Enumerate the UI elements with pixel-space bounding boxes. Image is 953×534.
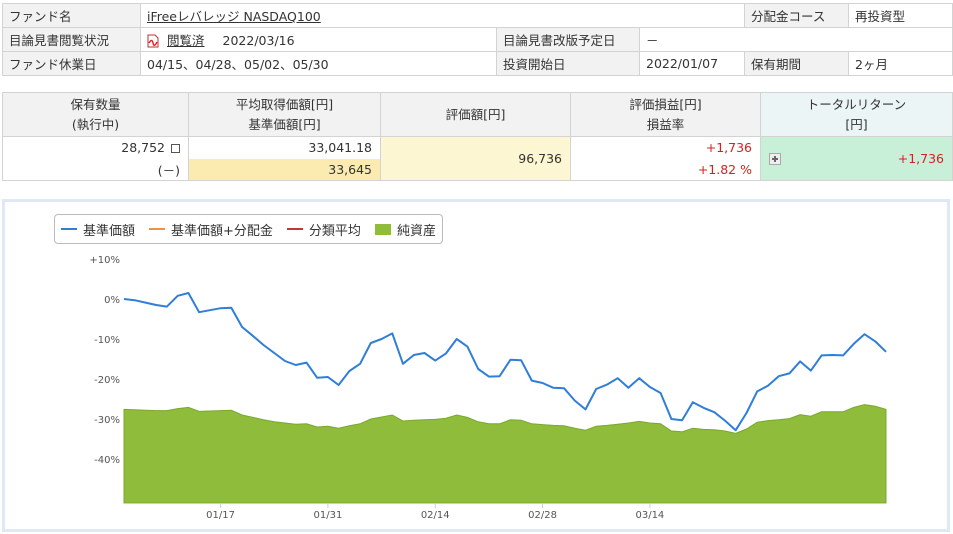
nav-series-line [123,292,887,432]
valuation-header: 評価額[円] [380,92,571,137]
total-return-header: トータルリターン [円] [760,92,953,137]
distribution-course-label: 分配金コース [744,3,849,28]
fund-name-label: ファンド名 [2,3,141,28]
pdf-icon[interactable] [147,34,159,48]
holding-period-value: 2ヶ月 [848,51,953,76]
x-tick-label: 03/14 [635,510,664,521]
fund-name-link[interactable]: iFreeレバレッジ NASDAQ100 [147,9,321,24]
legend-swatch [61,228,77,230]
legend-item-nav-plus-dist[interactable]: 基準価額+分配金 [149,220,273,239]
investment-start-label: 投資開始日 [496,51,640,76]
expand-plus-icon[interactable] [769,153,781,165]
prospectus-viewed-link[interactable]: 閲覧済 [167,33,205,48]
unit-box-icon [171,144,180,154]
y-tick-label: -40% [94,455,120,466]
pnl-rate-cell: +1.82 % [570,158,761,181]
x-tick-label: 01/31 [314,510,343,521]
x-tick-label: 02/14 [421,510,450,521]
total-return-cell: +1,736 [760,136,953,181]
revision-date-value: － [639,27,953,52]
legend-item-category-avg[interactable]: 分類平均 [286,220,361,239]
y-tick-label: -10% [94,335,120,346]
legend-swatch [286,228,303,230]
net-assets-area [123,404,887,504]
fund-holiday-value: 04/15、04/28、05/02、05/30 [140,51,497,76]
prospectus-status-label: 目論見書閲覧状況 [2,27,141,52]
investment-start-value: 2022/01/07 [639,51,745,76]
fund-info-table: ファンド名 iFreeレバレッジ NASDAQ100 分配金コース 再投資型 目… [2,3,953,76]
fund-holiday-label: ファンド休業日 [2,51,141,76]
revision-date-label: 目論見書改版予定日 [496,27,640,52]
quantity-cell: 28,752 [2,136,189,159]
performance-chart: +10% 0% -10% -20% -30% -40% 01/17 01/31 02/14 02/… [2,199,950,532]
legend-item-nav[interactable]: 基準価額 [61,220,135,239]
avg-cost-header: 平均取得価額[円] 基準価額[円] [188,92,381,137]
holdings-table: 保有数量 (執行中) 平均取得価額[円] 基準価額[円] 評価額[円] 評価損益… [2,92,953,181]
legend-swatch [149,228,166,230]
chart-plot-area: +10% 0% -10% -20% -30% -40% 01/17 01/31 02/14 02/… [89,255,887,521]
valuation-cell: 96,736 [380,136,571,181]
y-tick-label: +10% [89,255,120,266]
pnl-cell: +1,736 [570,136,761,159]
x-tick-label: 01/17 [206,510,235,521]
legend-item-net-assets[interactable]: 純資産 [374,220,436,239]
nav-cell: 33,645 [188,158,381,181]
avg-cost-cell: 33,041.18 [188,136,381,159]
holding-period-label: 保有期間 [744,51,849,76]
prospectus-viewed-date: 2022/03/16 [222,33,295,48]
pnl-header: 評価損益[円] 損益率 [570,92,761,137]
y-tick-label: -30% [94,415,120,426]
chart-legend: 基準価額 基準価額+分配金 分類平均 純資産 [54,214,443,244]
x-tick-label: 02/28 [528,510,557,521]
distribution-course-value: 再投資型 [848,3,953,28]
y-tick-label: 0% [104,295,120,306]
quantity-pending-cell: (－) [2,158,189,181]
quantity-header: 保有数量 (執行中) [2,92,189,137]
y-tick-label: -20% [94,375,120,386]
legend-swatch [374,223,391,235]
